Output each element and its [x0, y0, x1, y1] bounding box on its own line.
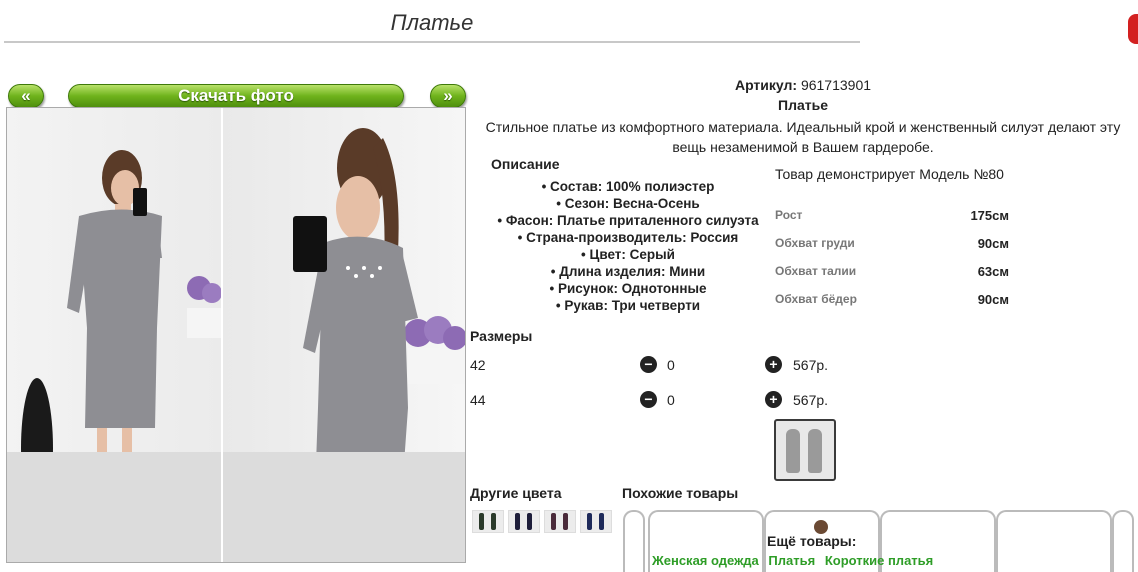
model-param-row: Рост 175см [775, 208, 1009, 223]
product-photo-viewer[interactable] [6, 107, 466, 563]
next-photo-button[interactable]: » [430, 84, 466, 108]
model-param-row: Обхват груди 90см [775, 236, 1009, 251]
product-photo-right [223, 108, 465, 562]
color-swatch[interactable] [472, 510, 504, 533]
other-colors-title: Другие цвета [470, 485, 562, 501]
sizes-title: Размеры [470, 328, 533, 344]
quantity-value: 0 [667, 392, 675, 408]
size-price: 567р. [793, 357, 829, 373]
quantity-value: 0 [667, 357, 675, 373]
minus-icon[interactable]: − [640, 391, 657, 408]
size-price: 567р. [793, 392, 829, 408]
similar-product-card[interactable] [623, 510, 645, 572]
article-line: Артикул: 961713901 [470, 77, 1136, 93]
title-divider [4, 41, 860, 43]
desc-item: • Рукав: Три четверти [555, 298, 701, 313]
size-row: 44 − 0 + 567р. [470, 391, 850, 412]
desc-item: • Длина изделия: Мини [550, 264, 706, 279]
size-label: 42 [470, 357, 486, 373]
desc-item: • Страна-производитель: Россия [517, 230, 739, 245]
desc-item: • Состав: 100% полиэстер [541, 179, 715, 194]
desc-item: • Рисунок: Однотонные [549, 281, 707, 296]
plus-icon[interactable]: + [765, 356, 782, 373]
article-value: 961713901 [800, 77, 872, 93]
similar-products-title: Похожие товары [622, 485, 739, 501]
product-photo-left [7, 108, 221, 562]
description-title: Описание [491, 156, 560, 172]
more-products-label: Ещё товары: [767, 533, 857, 549]
model-param-row: Обхват бёдер 90см [775, 292, 1009, 307]
corner-badge-icon[interactable] [1128, 14, 1138, 44]
model-params-table: Рост 175см Обхват груди 90см Обхват тали… [775, 208, 1015, 320]
minus-icon[interactable]: − [640, 356, 657, 373]
desc-item: • Цвет: Серый [581, 247, 675, 262]
article-label: Артикул: [734, 77, 798, 93]
model-title: Товар демонстрирует Модель №80 [775, 166, 1004, 182]
product-thumbnail[interactable] [774, 419, 836, 481]
color-swatch[interactable] [580, 510, 612, 533]
color-swatch[interactable] [544, 510, 576, 533]
similar-product-card[interactable] [1112, 510, 1134, 572]
description-list: • Состав: 100% полиэстер • Сезон: Весна-… [478, 178, 778, 314]
size-label: 44 [470, 392, 486, 408]
size-row: 42 − 0 + 567р. [470, 356, 850, 377]
desc-item: • Фасон: Платье приталенного силуэта [497, 213, 759, 228]
page-title: Платье [390, 10, 474, 35]
color-swatch[interactable] [508, 510, 540, 533]
download-photo-button[interactable]: Скачать фото [68, 84, 404, 108]
product-name: Платье [778, 97, 828, 113]
prev-photo-button[interactable]: « [8, 84, 44, 108]
plus-icon[interactable]: + [765, 391, 782, 408]
desc-item: • Сезон: Весна-Осень [556, 196, 700, 211]
model-param-row: Обхват талии 63см [775, 264, 1009, 279]
similar-product-card[interactable] [996, 510, 1112, 572]
product-description: Стильное платье из комфортного материала… [485, 119, 1121, 155]
